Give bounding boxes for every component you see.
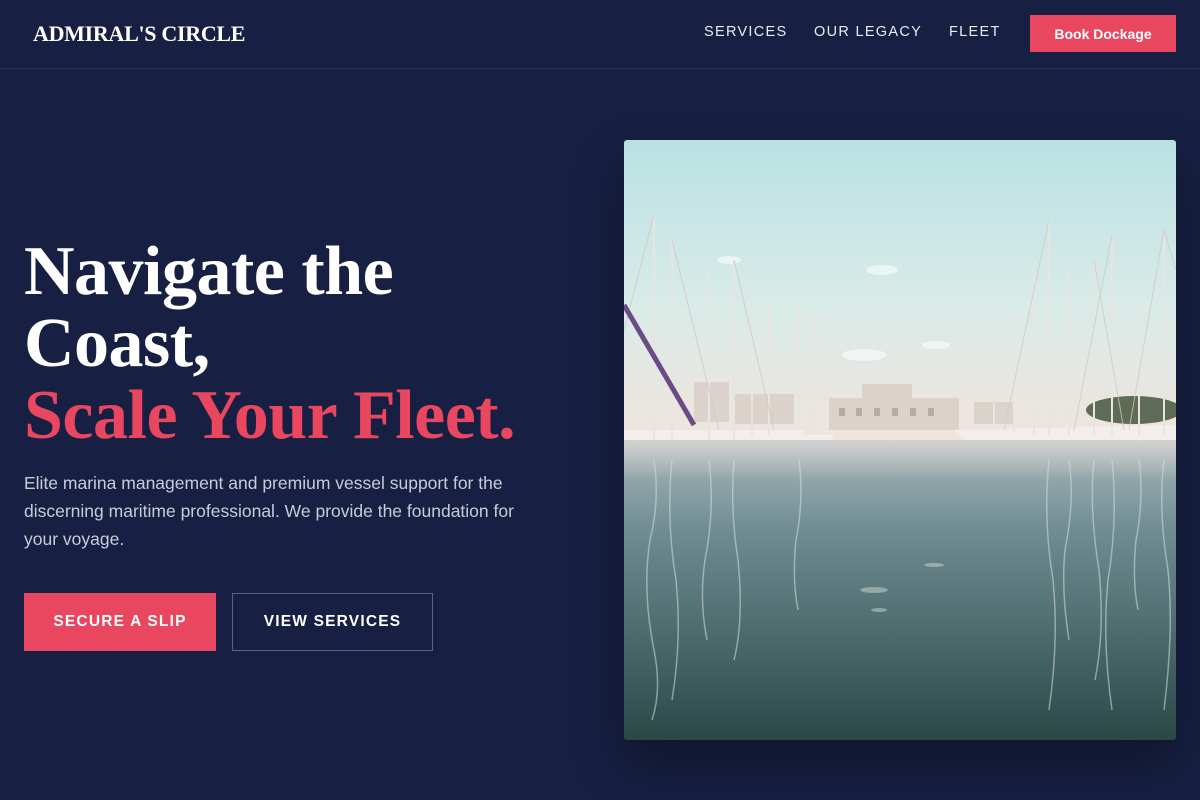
book-dockage-button[interactable]: Book Dockage	[1030, 15, 1176, 52]
nav-link-our-legacy[interactable]: OUR LEGACY	[814, 24, 922, 40]
brand-logo[interactable]: ADMIRAL'S CIRCLE	[33, 21, 245, 47]
top-navigation-bar: ADMIRAL'S CIRCLE SERVICES OUR LEGACY FLE…	[0, 0, 1200, 69]
hero-title-line-1: Navigate the	[24, 233, 394, 310]
hero-title-line-2: Coast,	[24, 305, 210, 382]
hero-title-accent: Scale Your Fleet.	[24, 377, 516, 454]
view-services-button[interactable]: VIEW SERVICES	[232, 593, 433, 651]
hero-title: Navigate the Coast, Scale Your Fleet.	[24, 233, 516, 454]
marina-photo	[624, 140, 1176, 740]
nav-link-services[interactable]: SERVICES	[704, 24, 787, 40]
secure-a-slip-button[interactable]: SECURE A SLIP	[24, 593, 216, 651]
hero-subtitle: Elite marina management and premium vess…	[24, 473, 514, 549]
nav-link-fleet[interactable]: FLEET	[949, 24, 1001, 40]
